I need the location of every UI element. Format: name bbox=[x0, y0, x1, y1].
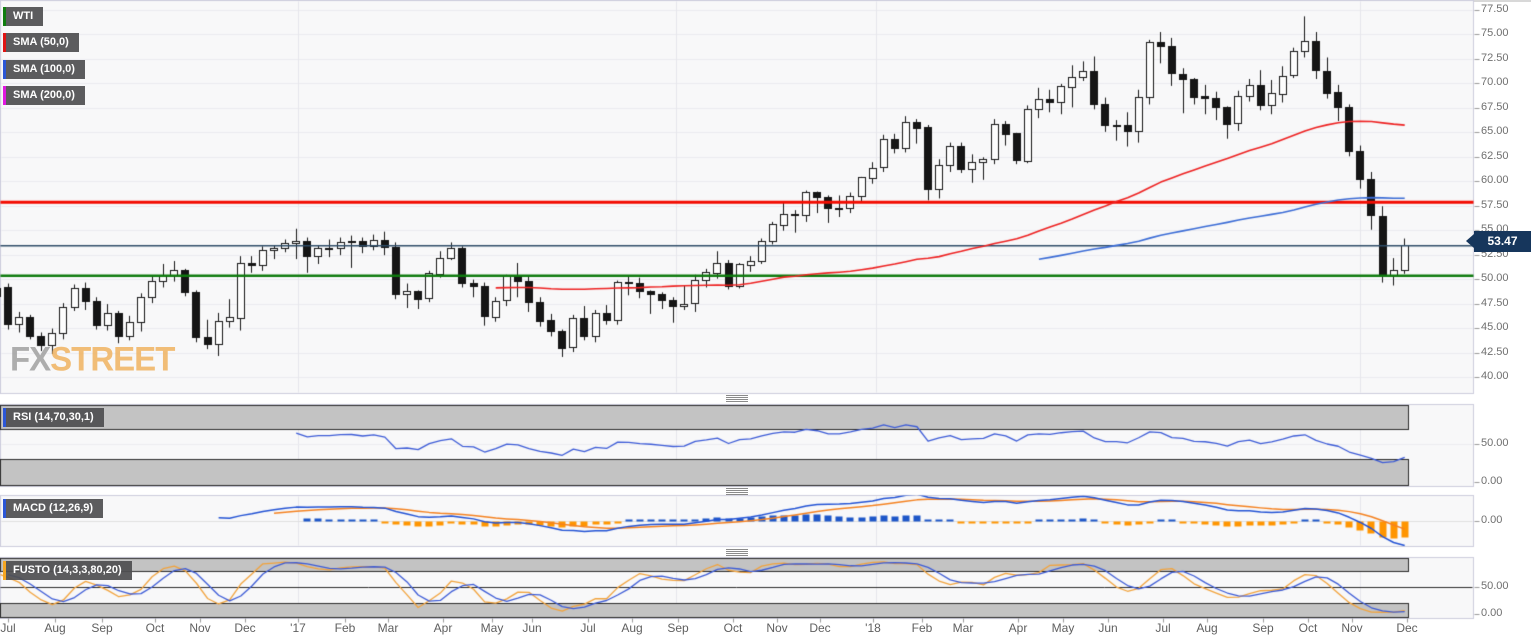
y-axis-label: 50.00 bbox=[1481, 272, 1509, 284]
x-axis-label: Dec bbox=[809, 621, 830, 635]
series-color-marker bbox=[3, 86, 6, 105]
x-axis-label: Oct bbox=[724, 621, 743, 635]
rsi-axis-label: 50.00 bbox=[1481, 437, 1509, 449]
series-color-marker bbox=[3, 408, 6, 427]
legend-label: WTI bbox=[13, 7, 33, 26]
chart-canvas[interactable] bbox=[0, 0, 1531, 643]
y-axis-label: 77.50 bbox=[1481, 3, 1509, 15]
x-axis-label: Jun bbox=[522, 621, 541, 635]
y-axis-label: 57.50 bbox=[1481, 199, 1509, 211]
fxstreet-watermark: FXSTREET bbox=[10, 341, 174, 376]
legend-label: SMA (100,0) bbox=[13, 60, 75, 79]
legend-label: SMA (200,0) bbox=[13, 86, 75, 105]
legend-item-sma50[interactable]: SMA (50,0) bbox=[3, 33, 79, 52]
legend-item-sma100[interactable]: SMA (100,0) bbox=[3, 60, 85, 79]
y-axis-label: 60.00 bbox=[1481, 174, 1509, 186]
y-axis-label: 65.00 bbox=[1481, 125, 1509, 137]
x-axis-label: Sep bbox=[667, 621, 688, 635]
indicator-label: RSI (14,70,30,1) bbox=[13, 408, 94, 427]
y-axis-label: 70.00 bbox=[1481, 76, 1509, 88]
macd-axis-label: 0.00 bbox=[1481, 514, 1502, 526]
y-axis-label: 40.00 bbox=[1481, 370, 1509, 382]
x-axis-label: Apr bbox=[434, 621, 453, 635]
x-axis-label: Jul bbox=[580, 621, 595, 635]
x-axis-label: May bbox=[1052, 621, 1075, 635]
series-color-marker bbox=[3, 499, 6, 518]
legend-label: SMA (50,0) bbox=[13, 33, 69, 52]
x-axis-label: Jun bbox=[1098, 621, 1117, 635]
x-axis-label: '17 bbox=[290, 621, 306, 635]
x-axis-label: Apr bbox=[1009, 621, 1028, 635]
current-price-badge: 53.47 bbox=[1474, 231, 1531, 252]
y-axis-label: 67.50 bbox=[1481, 101, 1509, 113]
y-axis-label: 72.50 bbox=[1481, 52, 1509, 64]
x-axis-label: Nov bbox=[766, 621, 787, 635]
y-axis-label: 75.00 bbox=[1481, 27, 1509, 39]
x-axis-label: Mar bbox=[953, 621, 974, 635]
x-axis-label: Feb bbox=[912, 621, 933, 635]
indicator-label: FUSTO (14,3,3,80,20) bbox=[13, 561, 122, 580]
panel-resize-handle[interactable] bbox=[726, 488, 748, 495]
x-axis-label: Oct bbox=[1299, 621, 1318, 635]
x-axis-label: Dec bbox=[234, 621, 255, 635]
series-color-marker bbox=[3, 60, 6, 79]
series-color-marker bbox=[3, 7, 6, 26]
x-axis-label: May bbox=[481, 621, 504, 635]
rsi-indicator-label[interactable]: RSI (14,70,30,1) bbox=[3, 408, 104, 427]
panel-resize-handle[interactable] bbox=[726, 549, 748, 556]
indicator-label: MACD (12,26,9) bbox=[13, 499, 93, 518]
legend-item-sma200[interactable]: SMA (200,0) bbox=[3, 86, 85, 105]
x-axis-label: Nov bbox=[1341, 621, 1362, 635]
stoch-axis-label: 0.00 bbox=[1481, 607, 1502, 619]
x-axis-label: Mar bbox=[378, 621, 399, 635]
x-axis-label: Aug bbox=[1196, 621, 1217, 635]
x-axis-label: Aug bbox=[44, 621, 65, 635]
y-axis-label: 42.50 bbox=[1481, 346, 1509, 358]
x-axis-label: '18 bbox=[865, 621, 881, 635]
price-badge-arrow bbox=[1466, 234, 1474, 248]
series-color-marker bbox=[3, 561, 6, 580]
y-axis-label: 62.50 bbox=[1481, 150, 1509, 162]
x-axis-label: Jul bbox=[1155, 621, 1170, 635]
y-axis-label: 45.00 bbox=[1481, 321, 1509, 333]
y-axis-label: 47.50 bbox=[1481, 297, 1509, 309]
x-axis-label: Jul bbox=[0, 621, 15, 635]
rsi-axis-label: 0.00 bbox=[1481, 475, 1502, 487]
x-axis-label: Sep bbox=[1252, 621, 1273, 635]
legend-item-wti[interactable]: WTI bbox=[3, 7, 43, 26]
panel-resize-handle[interactable] bbox=[726, 395, 748, 402]
x-axis-label: Sep bbox=[91, 621, 112, 635]
series-color-marker bbox=[3, 33, 6, 52]
x-axis-label: Dec bbox=[1396, 621, 1417, 635]
x-axis-label: Oct bbox=[146, 621, 165, 635]
x-axis-label: Feb bbox=[335, 621, 356, 635]
fusto-indicator-label[interactable]: FUSTO (14,3,3,80,20) bbox=[3, 561, 132, 580]
watermark-fx: FX bbox=[10, 339, 50, 378]
watermark-street: STREET bbox=[50, 339, 174, 378]
x-axis-label: Nov bbox=[189, 621, 210, 635]
x-axis-label: Aug bbox=[621, 621, 642, 635]
macd-indicator-label[interactable]: MACD (12,26,9) bbox=[3, 499, 103, 518]
trading-chart-app: WTI SMA (50,0) SMA (100,0) SMA (200,0) R… bbox=[0, 0, 1531, 643]
stoch-axis-label: 50.00 bbox=[1481, 580, 1509, 592]
